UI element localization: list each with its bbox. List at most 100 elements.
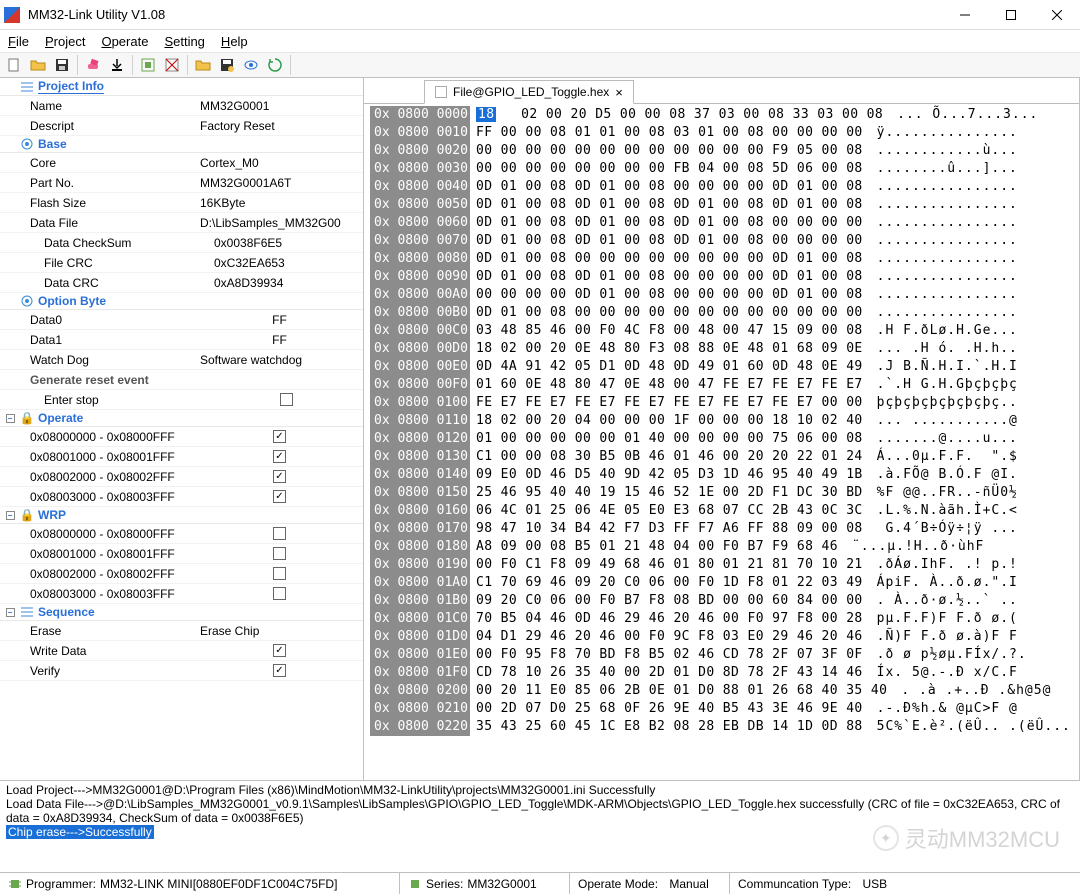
collapse-icon[interactable]: − — [6, 608, 15, 617]
hex-row[interactable]: 0x 0800 003000 00 00 00 00 00 00 00 FB 0… — [370, 160, 1073, 178]
menu-setting[interactable]: Setting — [164, 34, 204, 49]
wrp-range-3[interactable]: 0x08003000 - 0x08003FFF — [0, 584, 363, 604]
hex-row[interactable]: 0x 0800 01C070 B5 04 46 0D 46 29 46 20 4… — [370, 610, 1073, 628]
prop-name[interactable]: Name MM32G0001 — [0, 96, 363, 116]
prop-data1[interactable]: Data1FF — [0, 330, 363, 350]
view-icon[interactable] — [240, 54, 262, 76]
prop-partno[interactable]: Part No.MM32G0001A6T — [0, 173, 363, 193]
prop-flash[interactable]: Flash Size16KByte — [0, 193, 363, 213]
prop-descript[interactable]: Descript Factory Reset — [0, 116, 363, 136]
new-icon[interactable] — [3, 54, 25, 76]
operate-range-1[interactable]: 0x08001000 - 0x08001FFF — [0, 447, 363, 467]
hex-row[interactable]: 0x 0800 011018 02 00 20 04 00 00 00 1F 0… — [370, 412, 1073, 430]
download-icon[interactable] — [106, 54, 128, 76]
hex-row[interactable]: 0x 0800 00F001 60 0E 48 80 47 0E 48 00 4… — [370, 376, 1073, 394]
range-checkbox[interactable] — [273, 430, 286, 443]
range-checkbox[interactable] — [273, 470, 286, 483]
range-checkbox[interactable] — [273, 587, 286, 600]
section-base[interactable]: Base — [0, 136, 363, 153]
hex-row[interactable]: 0x 0800 0100FE E7 FE E7 FE E7 FE E7 FE E… — [370, 394, 1073, 412]
hex-row[interactable]: 0x 0800 019000 F0 C1 F8 09 49 68 46 01 8… — [370, 556, 1073, 574]
seq-erase[interactable]: EraseErase Chip — [0, 621, 363, 641]
range-checkbox[interactable] — [273, 527, 286, 540]
hex-row[interactable]: 0x 0800 00B00D 01 00 08 00 00 00 00 00 0… — [370, 304, 1073, 322]
hex-row[interactable]: 0x 0800 00500D 01 00 08 0D 01 00 08 0D 0… — [370, 196, 1073, 214]
hex-row[interactable]: 0x 0800 01D004 D1 29 46 20 46 00 F0 9C F… — [370, 628, 1073, 646]
menu-help[interactable]: Help — [221, 34, 248, 49]
folder-icon[interactable] — [192, 54, 214, 76]
section-sequence[interactable]: − Sequence — [0, 604, 363, 621]
prop-filecrc[interactable]: File CRC0xC32EA653 — [0, 253, 363, 273]
collapse-icon[interactable]: − — [6, 414, 15, 423]
hex-row[interactable]: 0x 0800 017098 47 10 34 B4 42 F7 D3 FF F… — [370, 520, 1073, 538]
menu-operate[interactable]: Operate — [101, 34, 148, 49]
operate-range-0[interactable]: 0x08000000 - 0x08000FFF — [0, 427, 363, 447]
hex-row[interactable]: 0x 0800 00400D 01 00 08 0D 01 00 08 00 0… — [370, 178, 1073, 196]
range-checkbox[interactable] — [273, 567, 286, 580]
close-icon[interactable]: × — [615, 85, 623, 100]
range-checkbox[interactable] — [273, 450, 286, 463]
prop-core[interactable]: CoreCortex_M0 — [0, 153, 363, 173]
erase-icon[interactable] — [82, 54, 104, 76]
hex-row[interactable]: 0x 0800 016006 4C 01 25 06 4E 05 E0 E3 6… — [370, 502, 1073, 520]
prop-data0[interactable]: Data0FF — [0, 310, 363, 330]
enterstop-checkbox[interactable] — [280, 393, 293, 406]
hex-row[interactable]: 0x 0800 0130C1 00 00 08 30 B5 0B 46 01 4… — [370, 448, 1073, 466]
section-optionbyte[interactable]: Option Byte — [0, 293, 363, 310]
hex-row[interactable]: 0x 0800 014009 E0 0D 46 D5 40 9D 42 05 D… — [370, 466, 1073, 484]
section-operate[interactable]: − 🔒 Operate — [0, 410, 363, 427]
hex-row[interactable]: 0x 0800 00900D 01 00 08 0D 01 00 08 00 0… — [370, 268, 1073, 286]
seq-write[interactable]: Write Data — [0, 641, 363, 661]
hex-row[interactable]: 0x 0800 00600D 01 00 08 0D 01 00 08 0D 0… — [370, 214, 1073, 232]
hex-row[interactable]: 0x 0800 002000 00 00 00 00 00 00 00 00 0… — [370, 142, 1073, 160]
menu-project[interactable]: Project — [45, 34, 85, 49]
maximize-button[interactable] — [988, 0, 1034, 30]
save-icon[interactable] — [51, 54, 73, 76]
hex-row[interactable]: 0x 0800 01E000 F0 95 F8 70 BD F8 B5 02 4… — [370, 646, 1073, 664]
minimize-button[interactable] — [942, 0, 988, 30]
range-checkbox[interactable] — [273, 490, 286, 503]
hex-row[interactable]: 0x 0800 0010FF 00 00 08 01 01 00 08 03 0… — [370, 124, 1073, 142]
prop-wdg[interactable]: Watch DogSoftware watchdog — [0, 350, 363, 370]
hex-row[interactable]: 0x 0800 01A0C1 70 69 46 09 20 C0 06 00 F… — [370, 574, 1073, 592]
open-icon[interactable] — [27, 54, 49, 76]
prop-datacrc[interactable]: Data CRC0xA8D39934 — [0, 273, 363, 293]
hex-row[interactable]: 0x 0800 0180A8 09 00 08 B5 01 21 48 04 0… — [370, 538, 1073, 556]
hex-row[interactable]: 0x 0800 01B009 20 C0 06 00 F0 B7 F8 08 B… — [370, 592, 1073, 610]
seq-verify[interactable]: Verify — [0, 661, 363, 681]
collapse-icon[interactable]: − — [6, 511, 15, 520]
refresh-icon[interactable] — [264, 54, 286, 76]
hex-row[interactable]: 0x 0800 021000 2D 07 D0 25 68 0F 26 9E 4… — [370, 700, 1073, 718]
menu-file[interactable]: File — [8, 34, 29, 49]
hex-row[interactable]: 0x 0800 022035 43 25 60 45 1C E8 B2 08 2… — [370, 718, 1073, 736]
hex-row[interactable]: 0x 0800 01F0CD 78 10 26 35 40 00 2D 01 D… — [370, 664, 1073, 682]
property-pane[interactable]: Project Info Name MM32G0001 Descript Fac… — [0, 78, 364, 780]
connect-icon[interactable] — [137, 54, 159, 76]
wrp-range-2[interactable]: 0x08002000 - 0x08002FFF — [0, 564, 363, 584]
hex-row[interactable]: 0x 0800 00700D 01 00 08 0D 01 00 08 0D 0… — [370, 232, 1073, 250]
hex-row[interactable]: 0x 0800 00D018 02 00 20 0E 48 80 F3 08 8… — [370, 340, 1073, 358]
write-checkbox[interactable] — [273, 644, 286, 657]
hex-view[interactable]: 0x 0800 000018 02 00 20 D5 00 00 08 37 0… — [364, 104, 1079, 780]
range-checkbox[interactable] — [273, 547, 286, 560]
hex-row[interactable]: 0x 0800 00E00D 4A 91 42 05 D1 0D 48 0D 4… — [370, 358, 1073, 376]
disconnect-icon[interactable] — [161, 54, 183, 76]
prop-datafile[interactable]: Data FileD:\LibSamples_MM32G00 — [0, 213, 363, 233]
tab-file[interactable]: File@GPIO_LED_Toggle.hex × — [424, 80, 634, 104]
hex-row[interactable]: 0x 0800 00C003 48 85 46 00 F0 4C F8 00 4… — [370, 322, 1073, 340]
wrp-range-0[interactable]: 0x08000000 - 0x08000FFF — [0, 524, 363, 544]
wrp-range-1[interactable]: 0x08001000 - 0x08001FFF — [0, 544, 363, 564]
log-pane[interactable]: Load Project--->MM32G0001@D:\Program Fil… — [0, 780, 1080, 860]
hex-row[interactable]: 0x 0800 00A000 00 00 00 0D 01 00 08 00 0… — [370, 286, 1073, 304]
hex-row[interactable]: 0x 0800 012001 00 00 00 00 00 01 40 00 0… — [370, 430, 1073, 448]
prop-enterstop[interactable]: Enter stop — [0, 390, 363, 410]
section-project-info[interactable]: Project Info — [0, 78, 363, 96]
close-button[interactable] — [1034, 0, 1080, 30]
prop-checksum[interactable]: Data CheckSum0x0038F6E5 — [0, 233, 363, 253]
hex-row[interactable]: 0x 0800 000018 02 00 20 D5 00 00 08 37 0… — [370, 106, 1073, 124]
db-save-icon[interactable] — [216, 54, 238, 76]
hex-row[interactable]: 0x 0800 020000 20 11 E0 85 06 2B 0E 01 D… — [370, 682, 1073, 700]
operate-range-3[interactable]: 0x08003000 - 0x08003FFF — [0, 487, 363, 507]
operate-range-2[interactable]: 0x08002000 - 0x08002FFF — [0, 467, 363, 487]
verify-checkbox[interactable] — [273, 664, 286, 677]
